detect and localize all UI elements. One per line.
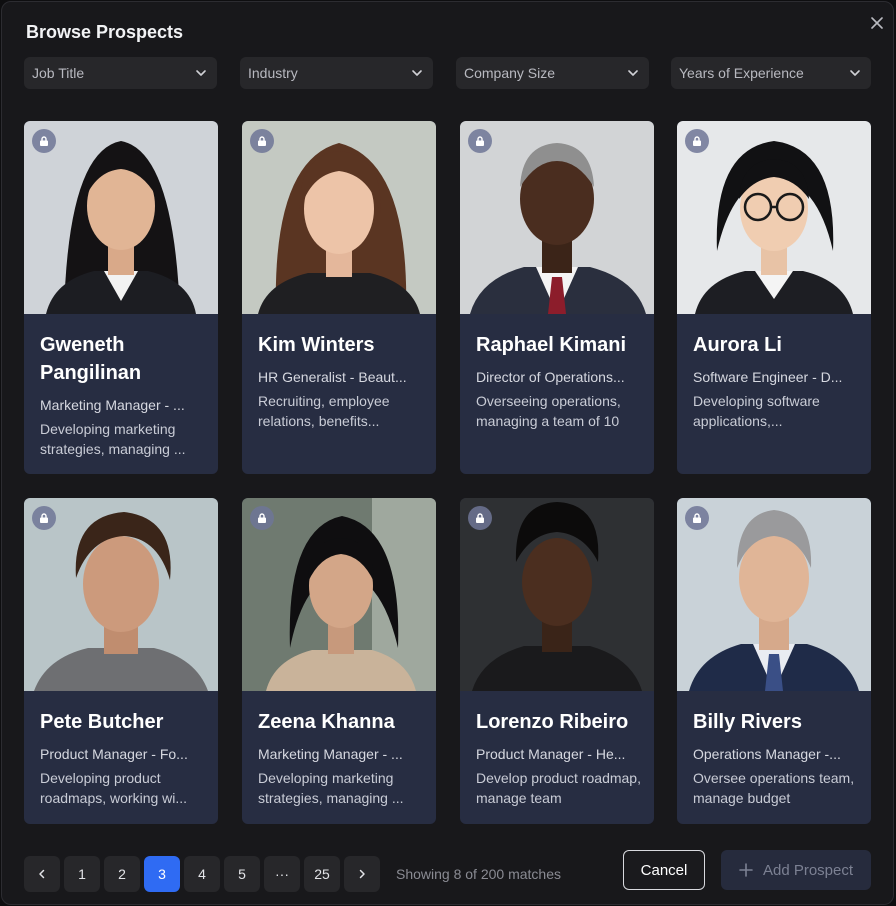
filter-job-title[interactable]: Job Title (24, 57, 217, 89)
chevron-down-icon (628, 70, 638, 76)
filter-bar: Job Title Industry Company Size Years of… (24, 57, 871, 89)
prospect-description: Developing marketing strategies, managin… (40, 421, 186, 457)
prospect-title: Product Manager - He... (476, 746, 626, 762)
prospect-title: Marketing Manager - ... (258, 746, 403, 762)
prev-page-button[interactable] (24, 856, 60, 892)
prospect-title: Product Manager - Fo... (40, 746, 188, 762)
prospect-description: Recruiting, employee relations, benefits… (258, 393, 390, 429)
lock-icon (685, 506, 709, 530)
page-button[interactable]: 2 (104, 856, 140, 892)
lock-icon (32, 506, 56, 530)
prospect-title: HR Generalist - Beaut... (258, 369, 407, 385)
avatar (242, 121, 436, 314)
filter-label: Years of Experience (679, 65, 804, 81)
lock-icon (685, 129, 709, 153)
prospect-name: Kim Winters (258, 334, 375, 356)
avatar (242, 498, 436, 691)
prospect-description: Oversee operations team, manage budget (693, 770, 855, 806)
prospect-card[interactable]: Aurora Li Software Engineer - D... Devel… (677, 121, 871, 474)
page-ellipsis: ··· (264, 856, 300, 892)
prospect-name: Lorenzo Ribeiro (476, 711, 629, 733)
next-page-button[interactable] (344, 856, 380, 892)
prospect-title: Director of Operations... (476, 369, 625, 385)
filter-label: Industry (248, 65, 298, 81)
avatar (24, 498, 218, 691)
lock-icon (250, 129, 274, 153)
chevron-right-icon (359, 869, 365, 879)
lock-icon (468, 506, 492, 530)
plus-icon (739, 863, 753, 877)
prospect-card[interactable]: Pete Butcher Product Manager - Fo... Dev… (24, 498, 218, 824)
prospect-description: Developing marketing strategies, managin… (258, 770, 404, 806)
avatar (460, 498, 654, 691)
prospect-name: Gweneth Pangilinan (40, 334, 142, 384)
prospect-card[interactable]: Zeena Khanna Marketing Manager - ... Dev… (242, 498, 436, 824)
add-prospect-label: Add Prospect (762, 861, 854, 879)
prospect-card[interactable]: Gweneth Pangilinan Marketing Manager - .… (24, 121, 218, 474)
prospect-name: Zeena Khanna (258, 711, 395, 733)
filter-company-size[interactable]: Company Size (456, 57, 649, 89)
cancel-button[interactable]: Cancel (623, 850, 705, 890)
prospect-title: Operations Manager -... (693, 746, 841, 762)
lock-icon (468, 129, 492, 153)
modal-title: Browse Prospects (26, 22, 184, 42)
filter-years-of-experience[interactable]: Years of Experience (671, 57, 871, 89)
page-button-current[interactable]: 3 (144, 856, 180, 892)
prospect-description: Develop product roadmap, manage team (476, 770, 641, 806)
prospect-description: Overseeing operations, managing a team o… (476, 393, 621, 429)
prospect-name: Pete Butcher (40, 711, 164, 733)
prospect-name: Billy Rivers (693, 711, 802, 733)
chevron-down-icon (850, 70, 860, 76)
prospect-title: Software Engineer - D... (693, 369, 843, 385)
page-button[interactable]: 5 (224, 856, 260, 892)
prospect-card[interactable]: Billy Rivers Operations Manager -... Ove… (677, 498, 871, 824)
chevron-left-icon (39, 869, 45, 879)
prospect-description: Developing software applications,... (693, 393, 820, 429)
prospect-card[interactable]: Lorenzo Ribeiro Product Manager - He... … (460, 498, 654, 824)
avatar (677, 498, 871, 691)
filter-industry[interactable]: Industry (240, 57, 433, 89)
prospect-title: Marketing Manager - ... (40, 397, 185, 413)
chevron-down-icon (412, 70, 422, 76)
page-button[interactable]: 25 (304, 856, 340, 892)
prospect-description: Developing product roadmaps, working wi.… (40, 770, 188, 806)
avatar (460, 121, 654, 314)
page-button[interactable]: 4 (184, 856, 220, 892)
close-icon[interactable] (868, 14, 886, 32)
prospect-name: Raphael Kimani (476, 334, 627, 356)
avatar (677, 121, 871, 314)
filter-label: Company Size (464, 65, 556, 81)
add-prospect-button[interactable]: Add Prospect (721, 850, 871, 890)
results-count: Showing 8 of 200 matches (396, 866, 561, 882)
filter-label: Job Title (32, 65, 85, 81)
lock-icon (32, 129, 56, 153)
avatar (24, 121, 218, 314)
prospect-card[interactable]: Raphael Kimani Director of Operations...… (460, 121, 654, 474)
prospect-name: Aurora Li (693, 334, 782, 356)
lock-icon (250, 506, 274, 530)
chevron-down-icon (196, 70, 206, 76)
prospect-card[interactable]: Kim Winters HR Generalist - Beaut... Rec… (242, 121, 436, 474)
page-button[interactable]: 1 (64, 856, 100, 892)
